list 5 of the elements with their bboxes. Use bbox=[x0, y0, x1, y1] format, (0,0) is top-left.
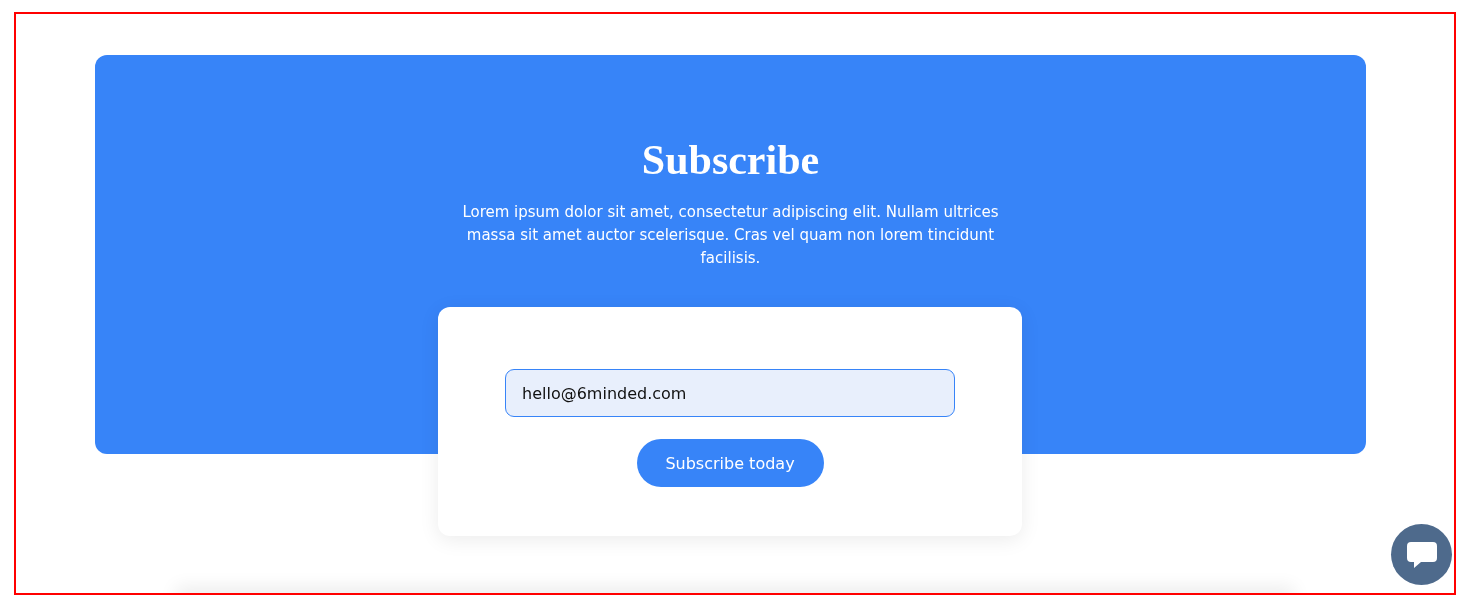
description-text: Lorem ipsum dolor sit amet, consectetur adipiscing elit. Nullam ultrices massa sit amet auctor scelerisque. Cras vel quam non lorem tincidunt facilisis. bbox=[461, 202, 1000, 269]
chat-button[interactable] bbox=[1391, 524, 1452, 585]
email-field[interactable]: hello@6minded.com bbox=[505, 369, 955, 417]
subscribe-button[interactable]: Subscribe today bbox=[636, 439, 824, 487]
section-title: Subscribe bbox=[641, 136, 820, 185]
